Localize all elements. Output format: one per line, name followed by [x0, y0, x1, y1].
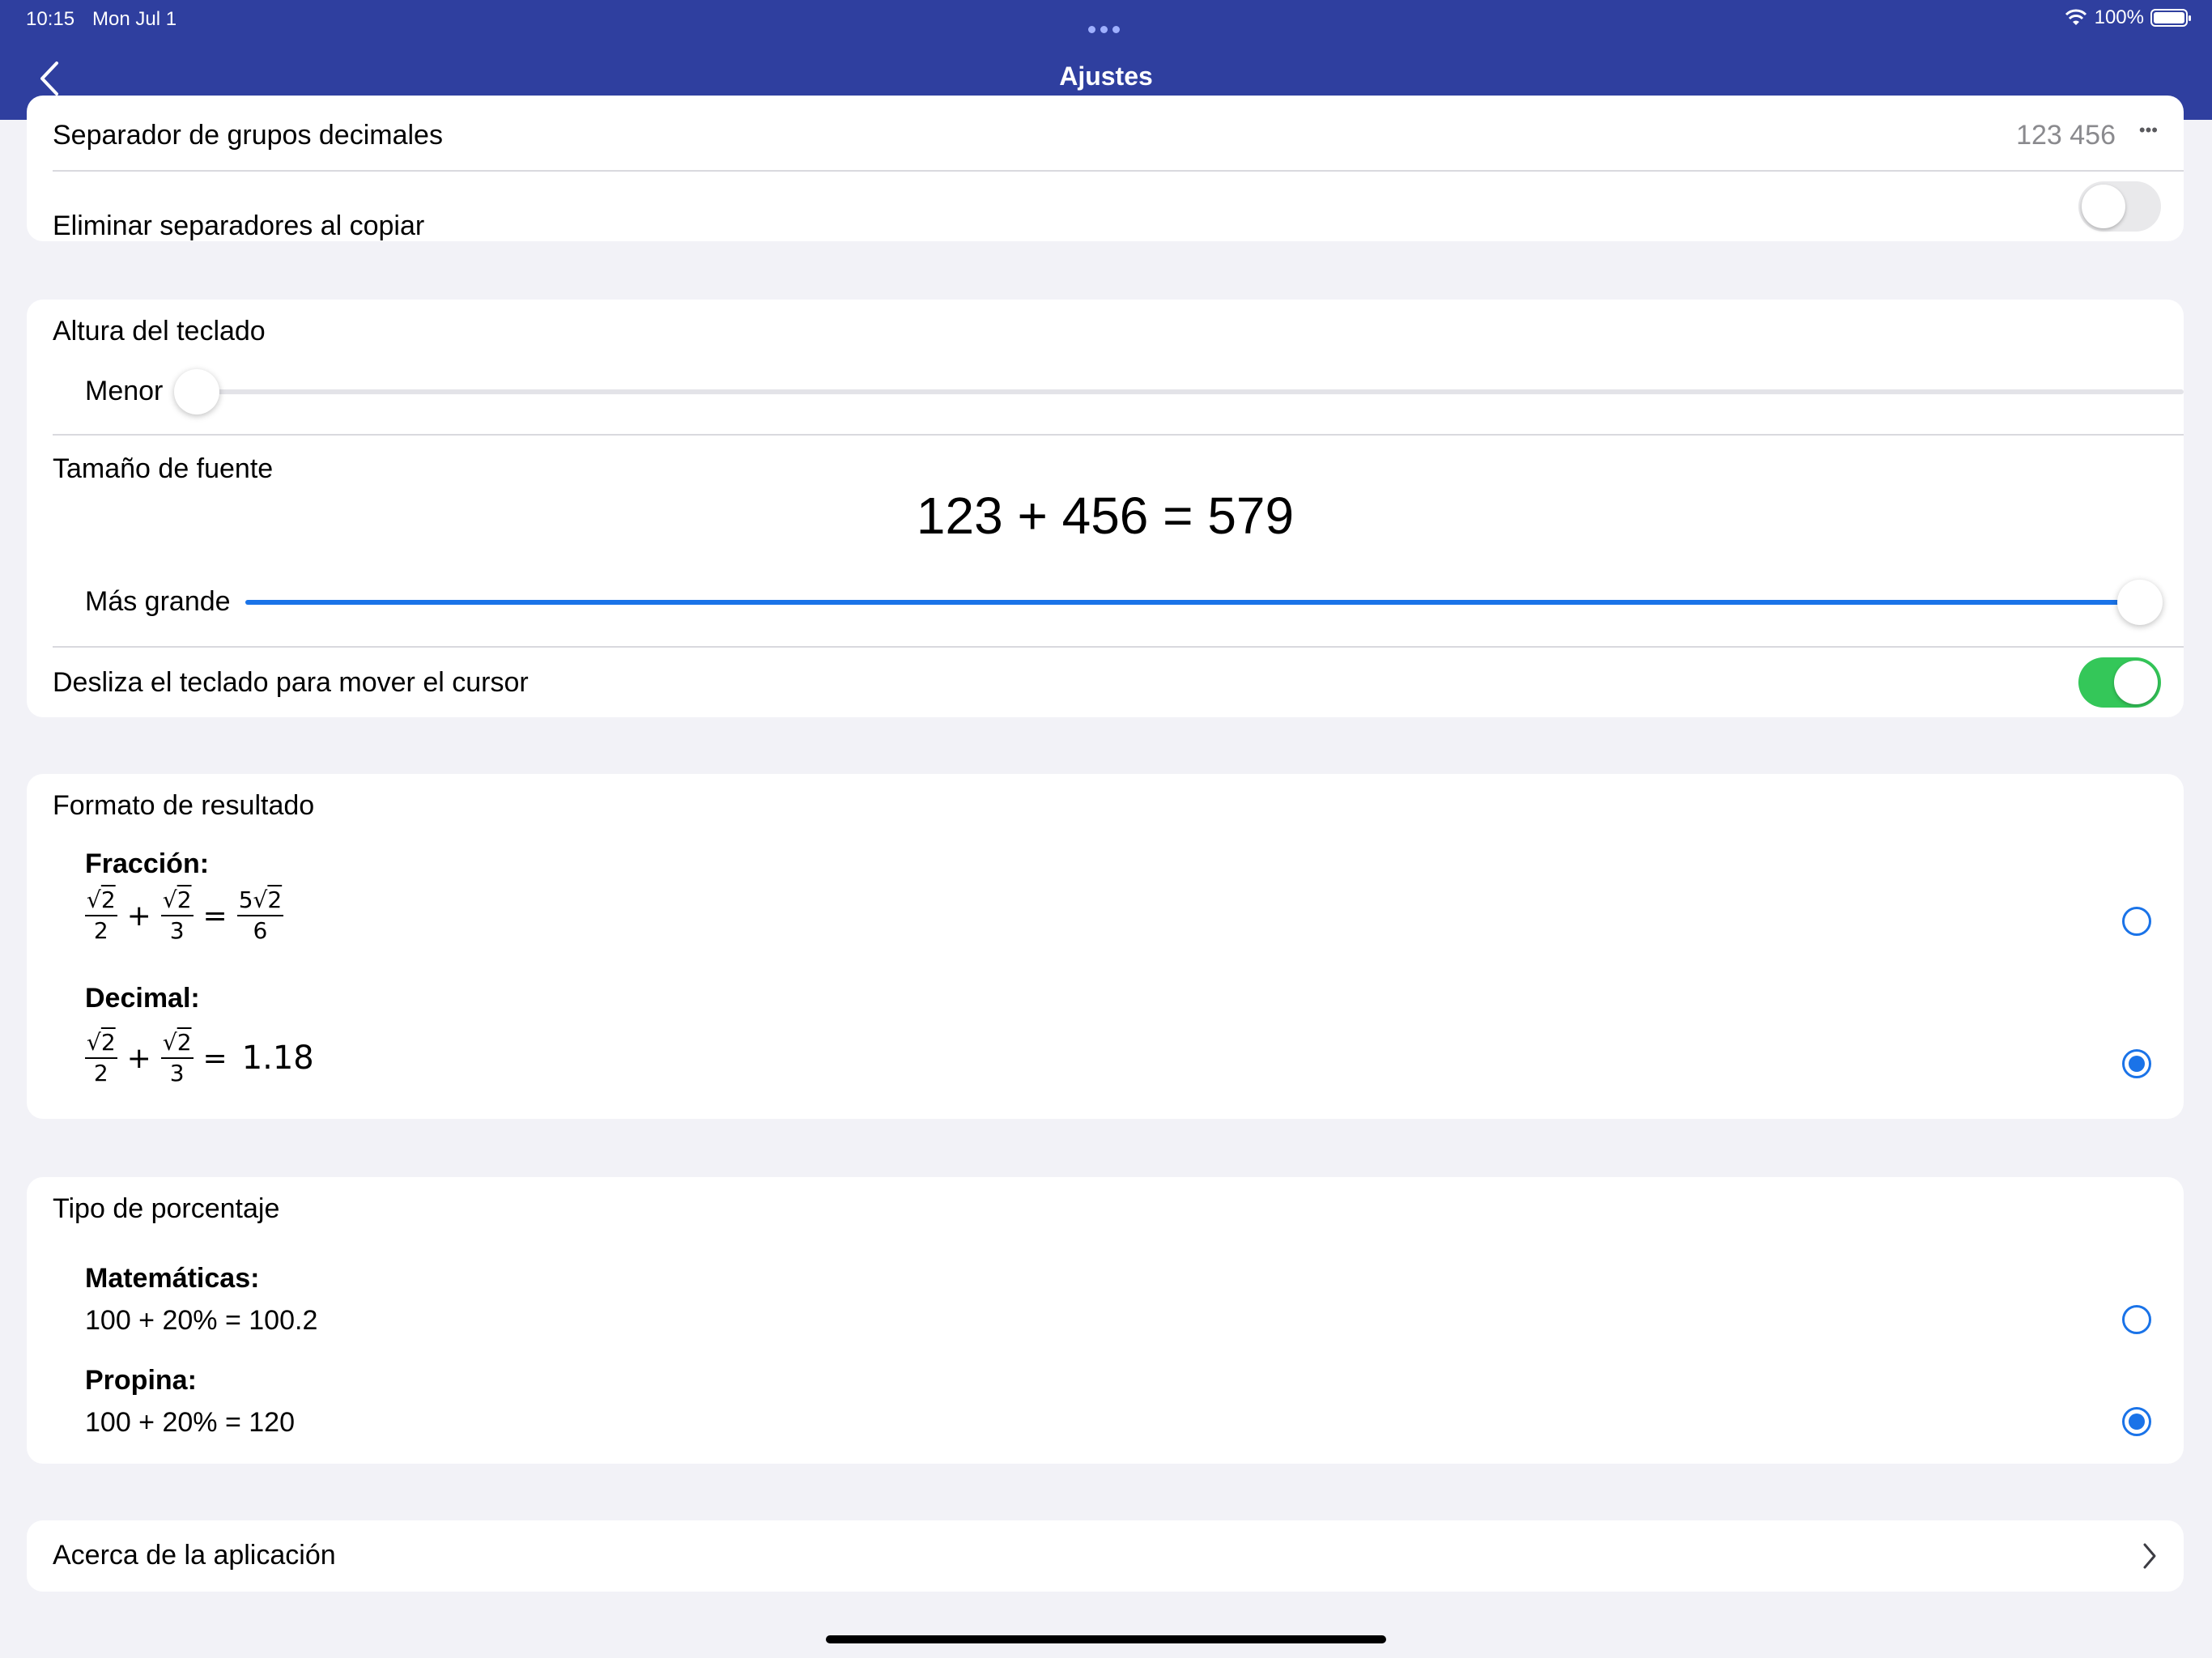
- math-radio[interactable]: [2122, 1305, 2151, 1334]
- keyboard-height-label: Altura del teclado: [53, 316, 266, 346]
- separators-group: Separador de grupos decimales 123 456 ••…: [27, 96, 2184, 241]
- status-date: Mon Jul 1: [92, 8, 177, 30]
- font-size-label: Tamaño de fuente: [53, 453, 274, 484]
- remove-separators-label: Eliminar separadores al copiar: [53, 210, 425, 241]
- multitasking-dots-icon[interactable]: [1088, 16, 1125, 33]
- tip-radio[interactable]: [2122, 1407, 2151, 1436]
- math-label: Matemáticas:: [85, 1263, 260, 1294]
- fraction-example: √2 2 + √2 3 = 5√2 6: [85, 886, 284, 944]
- font-size-slider[interactable]: [245, 580, 2163, 625]
- font-size-value: Más grande: [85, 586, 231, 617]
- more-icon[interactable]: •••: [2139, 120, 2158, 141]
- status-bar: 10:15 Mon Jul 1 100%: [0, 0, 2212, 39]
- swipe-cursor-toggle[interactable]: [2078, 657, 2161, 708]
- wifi-icon: [2065, 9, 2087, 25]
- swipe-cursor-label: Desliza el teclado para mover el cursor: [53, 667, 529, 698]
- font-size-preview: 123 + 456 = 579: [916, 487, 1295, 545]
- home-indicator[interactable]: [826, 1635, 1386, 1643]
- result-format-group: Formato de resultado Fracción: √2 2 + √2 3…: [27, 774, 2184, 1119]
- decimal-radio[interactable]: [2122, 1049, 2151, 1078]
- divider: [53, 646, 2184, 648]
- tip-label: Propina:: [85, 1365, 197, 1396]
- display-group: Altura del teclado Menor Tamaño de fuent…: [27, 300, 2184, 717]
- font-size-thumb[interactable]: [2117, 580, 2163, 625]
- keyboard-height-value: Menor: [85, 376, 164, 406]
- decimal-label: Decimal:: [85, 983, 200, 1014]
- keyboard-height-thumb[interactable]: [174, 369, 219, 414]
- chevron-right-icon: [2143, 1543, 2156, 1569]
- fraction-label: Fracción:: [85, 848, 210, 879]
- about-label: Acerca de la aplicación: [53, 1540, 336, 1571]
- divider: [53, 434, 2184, 436]
- decimal-example: √2 2 + √2 3 = 1.18: [85, 1029, 314, 1086]
- math-example: 100 + 20% = 100.2: [85, 1305, 318, 1336]
- fraction-radio[interactable]: [2122, 907, 2151, 936]
- keyboard-height-slider[interactable]: [174, 369, 2184, 414]
- decimal-separator-value: 123 456: [2016, 120, 2116, 151]
- percentage-type-title: Tipo de porcentaje: [53, 1193, 280, 1224]
- status-right: 100%: [2064, 6, 2191, 29]
- decimal-separator-row[interactable]: Separador de grupos decimales 123 456 ••…: [27, 96, 2184, 170]
- remove-separators-row: Eliminar separadores al copiar: [27, 172, 2184, 241]
- battery-icon: [2150, 9, 2191, 27]
- battery-percent: 100%: [2094, 6, 2144, 28]
- about-group[interactable]: Acerca de la aplicación: [27, 1520, 2184, 1592]
- result-format-title: Formato de resultado: [53, 790, 315, 821]
- remove-separators-toggle[interactable]: [2078, 181, 2161, 232]
- page-title: Ajustes: [1059, 62, 1153, 91]
- status-time: 10:15: [26, 8, 75, 30]
- decimal-separator-label: Separador de grupos decimales: [53, 120, 443, 151]
- percentage-type-group: Tipo de porcentaje Matemáticas: 100 + 20…: [27, 1177, 2184, 1464]
- tip-example: 100 + 20% = 120: [85, 1407, 296, 1438]
